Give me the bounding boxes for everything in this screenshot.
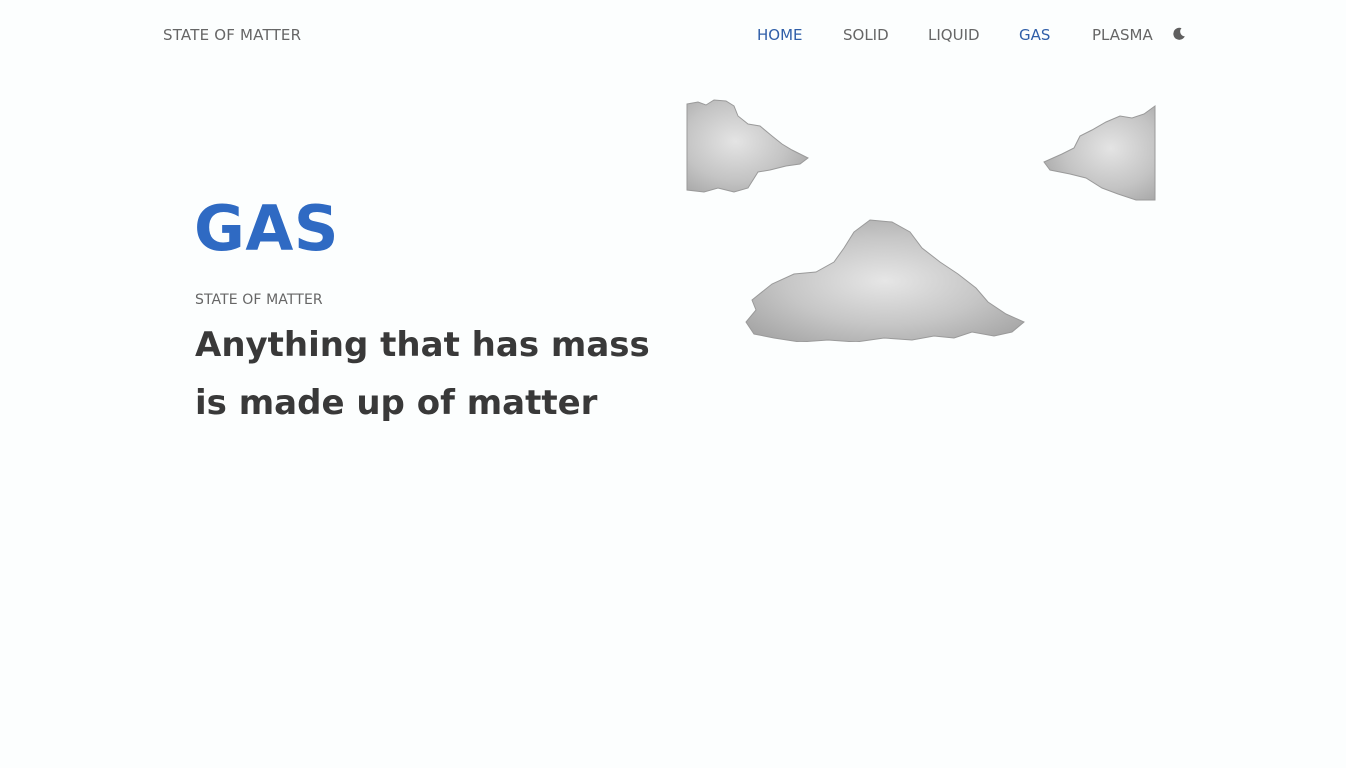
nav-liquid[interactable]: LIQUID	[928, 26, 980, 44]
nav-solid[interactable]: SOLID	[843, 26, 889, 44]
page-title: GAS	[194, 192, 340, 265]
nav-home[interactable]: HOME	[757, 26, 803, 44]
cloud-image	[686, 99, 809, 193]
nav-gas[interactable]: GAS	[1019, 26, 1050, 44]
theme-toggle-button[interactable]	[1171, 26, 1187, 42]
page-subtitle: STATE OF MATTER	[195, 292, 323, 308]
cloud-image	[745, 219, 1025, 342]
brand-link[interactable]: STATE OF MATTER	[163, 26, 301, 44]
hero-tagline: Anything that has mass is made up of mat…	[195, 325, 650, 423]
page: STATE OF MATTER HOME SOLID LIQUID GAS PL…	[0, 0, 1346, 768]
cloud-image	[1043, 105, 1156, 201]
nav-plasma[interactable]: PLASMA	[1092, 26, 1153, 44]
moon-icon	[1173, 27, 1185, 40]
top-navbar: STATE OF MATTER HOME SOLID LIQUID GAS PL…	[0, 0, 1346, 70]
